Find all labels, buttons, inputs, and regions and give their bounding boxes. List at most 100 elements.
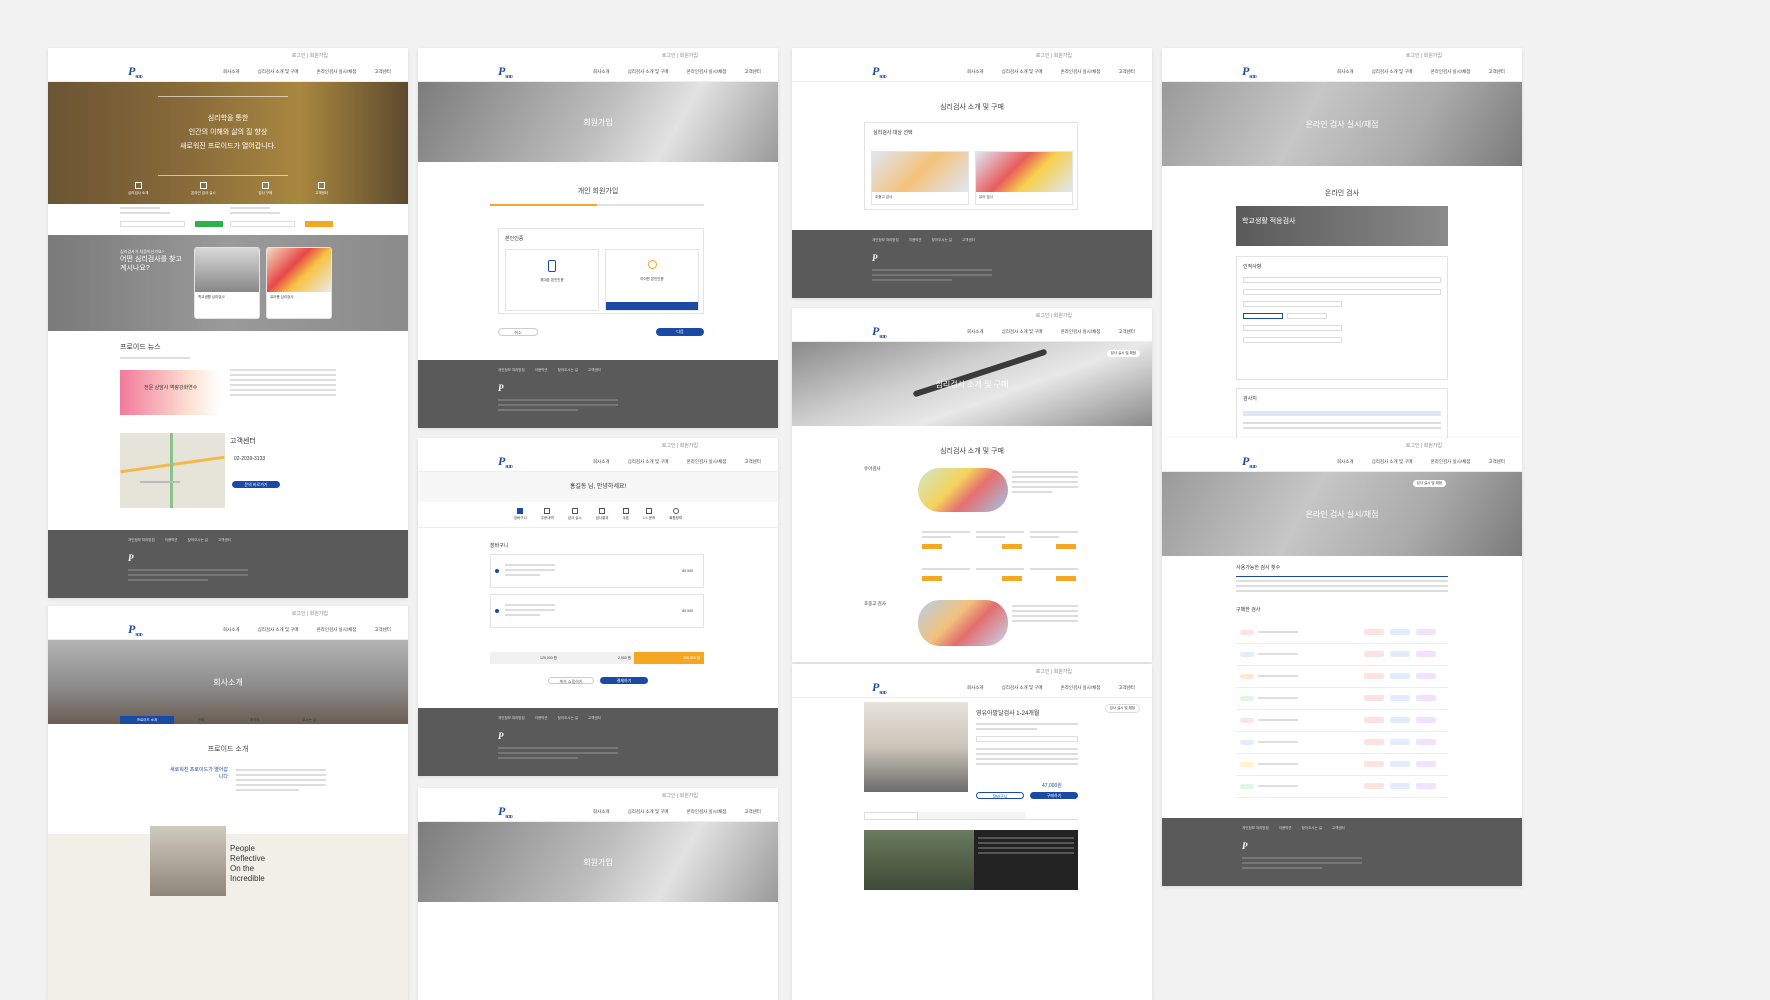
inquiry-button[interactable]: 문의 바로가기 bbox=[232, 481, 280, 488]
tab[interactable]: 연혁 bbox=[174, 716, 228, 724]
menu-item-cart[interactable]: 장바구니 bbox=[514, 508, 527, 521]
nav-item[interactable]: 고객센터 bbox=[374, 69, 391, 75]
count-title: 사용가능한 검사 횟수 bbox=[1236, 565, 1281, 571]
list-item[interactable] bbox=[230, 374, 336, 376]
result-button[interactable] bbox=[1390, 739, 1410, 745]
menu-item[interactable]: 회원정보 bbox=[669, 508, 682, 521]
product-card[interactable] bbox=[1030, 565, 1078, 581]
date-input[interactable] bbox=[1243, 337, 1342, 343]
buy-button[interactable]: 구매하기 bbox=[1030, 792, 1078, 799]
list-item[interactable] bbox=[1236, 732, 1448, 754]
result-button[interactable] bbox=[1390, 651, 1410, 657]
target-option[interactable]: 초중고 검사 bbox=[871, 151, 969, 205]
start-test-button[interactable] bbox=[1364, 717, 1384, 723]
result-button[interactable] bbox=[1390, 717, 1410, 723]
target-option[interactable]: 유아 검사 bbox=[975, 151, 1073, 205]
tab[interactable]: 조직도 bbox=[228, 716, 282, 724]
checkbox[interactable] bbox=[495, 609, 499, 613]
menu-item[interactable]: 주문내역 bbox=[541, 508, 554, 521]
login-button[interactable] bbox=[195, 221, 223, 227]
topbar[interactable]: 로그인 | 회원가입 bbox=[48, 48, 408, 62]
list-item[interactable] bbox=[230, 394, 336, 396]
report-button[interactable] bbox=[1416, 761, 1436, 767]
product-card[interactable] bbox=[922, 565, 970, 581]
cart-item[interactable]: 80,000 bbox=[490, 594, 704, 628]
report-button[interactable] bbox=[1416, 717, 1436, 723]
list-item[interactable] bbox=[230, 379, 336, 381]
ipin-verify-option[interactable]: 아이핀 본인인증 bbox=[605, 249, 699, 311]
list-item[interactable] bbox=[230, 389, 336, 391]
online-test-shortcut[interactable]: 검사 실시 및 채점 bbox=[1106, 350, 1140, 357]
news-banner[interactable]: 전문 상담사 역량강화연수 bbox=[120, 370, 220, 415]
list-item[interactable] bbox=[1236, 688, 1448, 710]
result-button[interactable] bbox=[1390, 783, 1410, 789]
hero-icon-item[interactable]: 온라인 검사 실시 bbox=[191, 182, 216, 196]
logo[interactable]: PROID bbox=[128, 64, 143, 79]
nav-item[interactable]: 심리검사 소개 및 구매 bbox=[258, 69, 299, 75]
report-button[interactable] bbox=[1416, 783, 1436, 789]
test-card[interactable]: 유아용 심리검사 bbox=[266, 247, 332, 319]
tab[interactable] bbox=[918, 812, 972, 819]
start-test-button[interactable] bbox=[1364, 783, 1384, 789]
report-button[interactable] bbox=[1416, 695, 1436, 701]
hero-icon-item[interactable]: 검사 구매 bbox=[258, 182, 272, 196]
add-to-cart-button[interactable]: 장바구니 bbox=[976, 792, 1024, 799]
online-test-shortcut[interactable]: 검사 실시 및 채점 bbox=[1104, 704, 1140, 713]
start-test-button[interactable] bbox=[1364, 651, 1384, 657]
start-test-button[interactable] bbox=[1364, 761, 1384, 767]
start-test-button[interactable] bbox=[1364, 629, 1384, 635]
list-item[interactable] bbox=[1236, 666, 1448, 688]
menu-item[interactable]: 1:1 문의 bbox=[643, 508, 655, 521]
report-button[interactable] bbox=[1416, 739, 1436, 745]
start-test-button[interactable] bbox=[1364, 739, 1384, 745]
footer-logo: P bbox=[128, 553, 134, 563]
gender-female[interactable] bbox=[1287, 313, 1327, 319]
nav-item[interactable]: 온라인검사 실시/채점 bbox=[317, 69, 357, 75]
product-card[interactable] bbox=[1030, 528, 1078, 549]
hero-icon-item[interactable]: 심리검사 소개 bbox=[128, 182, 148, 196]
tab[interactable] bbox=[972, 812, 1026, 819]
list-item[interactable] bbox=[1236, 776, 1448, 798]
cancel-button[interactable]: 취소 bbox=[498, 328, 538, 336]
search-button[interactable] bbox=[305, 221, 333, 227]
start-test-button[interactable] bbox=[1364, 673, 1384, 679]
list-item[interactable] bbox=[1236, 644, 1448, 666]
list-item[interactable] bbox=[230, 384, 336, 386]
phone-verify-option[interactable]: 휴대폰 본인인증 bbox=[505, 249, 599, 311]
date-input[interactable] bbox=[1243, 325, 1342, 331]
menu-item[interactable]: 검사 실시 bbox=[568, 508, 582, 521]
cart-item[interactable]: 80,000 bbox=[490, 554, 704, 588]
list-item[interactable] bbox=[1236, 710, 1448, 732]
name-input[interactable] bbox=[1243, 277, 1441, 283]
result-button[interactable] bbox=[1390, 695, 1410, 701]
nav-item[interactable]: 회사소개 bbox=[223, 69, 240, 75]
birth-input[interactable] bbox=[1243, 301, 1342, 307]
continue-shopping-button[interactable]: 계속 쇼핑하기 bbox=[548, 677, 594, 684]
gender-male[interactable] bbox=[1243, 313, 1283, 319]
school-input[interactable] bbox=[1243, 289, 1441, 295]
list-item[interactable] bbox=[1236, 622, 1448, 644]
online-test-shortcut[interactable]: 검사 실시 및 채점 bbox=[1412, 480, 1446, 487]
list-item[interactable] bbox=[230, 369, 336, 371]
product-card[interactable] bbox=[922, 528, 970, 549]
tab[interactable]: 프로이드 소개 bbox=[120, 716, 174, 724]
hero-icon-item[interactable]: 고객센터 bbox=[315, 182, 328, 196]
product-card[interactable] bbox=[976, 565, 1024, 581]
report-button[interactable] bbox=[1416, 629, 1436, 635]
next-button[interactable]: 다음 bbox=[656, 328, 704, 336]
checkbox[interactable] bbox=[495, 569, 499, 573]
product-card[interactable] bbox=[976, 528, 1024, 549]
report-button[interactable] bbox=[1416, 673, 1436, 679]
test-card[interactable]: 학교생활 심리검사 bbox=[194, 247, 260, 319]
menu-item[interactable]: 쿠폰 bbox=[622, 508, 629, 521]
result-button[interactable] bbox=[1390, 629, 1410, 635]
menu-item[interactable]: 검사결과 bbox=[596, 508, 608, 521]
tab[interactable] bbox=[864, 812, 918, 819]
checkout-button[interactable]: 결제하기 bbox=[600, 677, 648, 684]
result-button[interactable] bbox=[1390, 761, 1410, 767]
start-test-button[interactable] bbox=[1364, 695, 1384, 701]
result-button[interactable] bbox=[1390, 673, 1410, 679]
report-button[interactable] bbox=[1416, 651, 1436, 657]
list-item[interactable] bbox=[1236, 754, 1448, 776]
tab[interactable]: 오시는 길 bbox=[282, 716, 336, 724]
